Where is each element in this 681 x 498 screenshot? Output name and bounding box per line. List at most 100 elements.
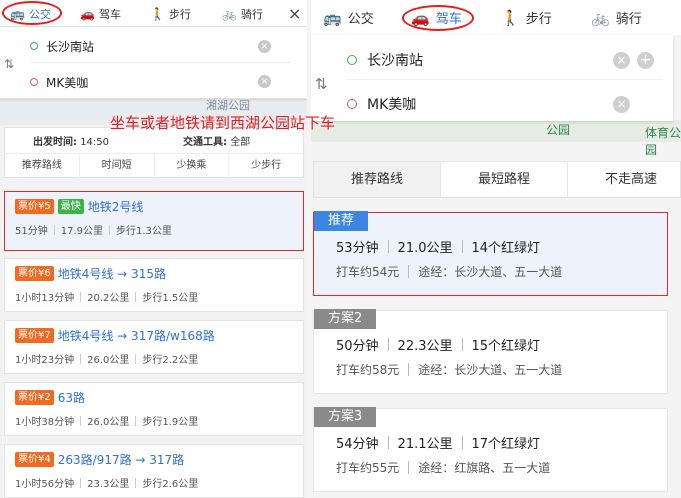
route-card-3[interactable]: 票价¥7 地铁4号线 → 317路/w168路 1小时23分钟 26.0公里 步… xyxy=(4,320,304,374)
add-waypoint-icon[interactable]: + xyxy=(637,52,654,69)
route-header: 票价¥4 263路/917路 → 317路 xyxy=(15,451,184,468)
tab-bike[interactable]: 🚲 骑行 xyxy=(591,8,642,28)
depart-time[interactable]: 出发时间: 14:50 xyxy=(33,133,109,148)
destination-field[interactable]: MK美咖 xyxy=(30,65,280,99)
mode-tabs: 🚌 公交 🚗 驾车 🚶 步行 🚲 骑行 xyxy=(311,0,681,35)
sort-shortest-time[interactable]: 时间短 xyxy=(80,154,155,178)
tab-drive[interactable]: 🚗 驾车 xyxy=(80,4,121,23)
route-info: 1小时56分钟 23.3公里 步行2.6公里 xyxy=(15,475,198,490)
sort-less-walking[interactable]: 少步行 xyxy=(229,154,303,178)
plan-detail: 打车约54元 途经：长沙大道、五一大道 xyxy=(336,263,562,280)
tab-recommended[interactable]: 推荐路线 xyxy=(314,162,441,197)
price-badge: 票价¥6 xyxy=(15,266,54,281)
route-walk: 步行2.2公里 xyxy=(142,355,199,366)
divider xyxy=(30,62,291,63)
tab-transit-label: 公交 xyxy=(347,12,374,27)
clear-origin-icon[interactable]: × xyxy=(258,40,271,53)
route-search-box: ⇅ 长沙南站 × + MK美咖 × xyxy=(311,35,673,121)
route-walk: 步行1.5公里 xyxy=(142,293,199,304)
route-card-4[interactable]: 票价¥2 63路 1小时38分钟 26.0公里 步行1.9公里 xyxy=(4,382,304,436)
plan-via: 途经：红旗路、五一大道 xyxy=(418,461,551,475)
tab-walk-label: 步行 xyxy=(525,12,552,27)
destination-field[interactable]: MK美咖 xyxy=(347,84,416,124)
plan-distance: 21.0公里 xyxy=(397,241,453,256)
plan-card-3[interactable]: 方案3 54分钟 21.1公里 17个红绿灯 打车约55元 途经：红旗路、五一大… xyxy=(313,407,668,492)
tab-shortest-distance[interactable]: 最短路程 xyxy=(441,162,568,197)
price-badge: 票价¥4 xyxy=(15,452,54,467)
sort-options: 推荐路线 时间短 少换乘 少步行 xyxy=(5,153,303,178)
tool-label: 交通工具: xyxy=(183,137,227,148)
tab-avoid-highway[interactable]: 不走高速 xyxy=(568,162,681,197)
depart-label: 出发时间: xyxy=(33,137,77,148)
vehicle-select[interactable]: 交通工具: 全部 xyxy=(183,133,250,148)
tab-walk[interactable]: 🚶 步行 xyxy=(150,4,191,23)
route-name: 263路/917路 → 317路 xyxy=(57,453,185,467)
plan-taxi-fare: 打车约58元 xyxy=(336,363,400,377)
tab-walk-label: 步行 xyxy=(168,7,191,21)
destination-dot-icon xyxy=(30,78,38,86)
sort-fewer-transfers[interactable]: 少换乘 xyxy=(155,154,230,178)
plan-summary: 50分钟 22.3公里 15个红绿灯 xyxy=(336,335,540,354)
clear-origin-icon[interactable]: × xyxy=(613,52,630,69)
driving-panel: 公园 体育公园 🚌 公交 🚗 驾车 🚶 步行 🚲 骑行 ⇅ 长沙南站 × + M… xyxy=(311,0,681,498)
plan-distance: 22.3公里 xyxy=(397,339,453,354)
plan-card-1[interactable]: 推荐 53分钟 21.0公里 14个红绿灯 打车约54元 途经：长沙大道、五一大… xyxy=(313,211,668,296)
fastest-badge: 最快 xyxy=(57,199,84,214)
route-card-2[interactable]: 票价¥6 地铁4号线 → 315路 1小时13分钟 20.2公里 步行1.5公里 xyxy=(4,258,304,312)
route-header: 票价¥7 地铁4号线 → 317路/w168路 xyxy=(15,327,215,344)
tab-bike-label: 骑行 xyxy=(240,7,263,21)
route-preference-tabs: 推荐路线 最短路程 不走高速 xyxy=(313,161,681,198)
plan-tag: 方案3 xyxy=(314,407,377,427)
origin-field[interactable]: 长沙南站 xyxy=(30,29,280,63)
route-distance: 26.0公里 xyxy=(87,417,130,428)
route-walk: 步行1.9公里 xyxy=(142,417,199,428)
depart-value: 14:50 xyxy=(80,137,110,148)
transit-filter: 出发时间: 14:50 交通工具: 全部 推荐路线 时间短 少换乘 少步行 xyxy=(4,127,304,178)
car-icon: 🚗 xyxy=(80,6,95,21)
plan-via: 途经：长沙大道、五一大道 xyxy=(418,363,563,377)
route-info: 1小时23分钟 26.0公里 步行2.2公里 xyxy=(15,351,198,366)
mode-tabs: 🚌 公交 🚗 驾车 🚶 步行 🚲 骑行 xyxy=(0,0,307,27)
divider xyxy=(347,79,663,80)
origin-dot-icon xyxy=(347,55,357,65)
route-walk: 步行1.3公里 xyxy=(116,226,172,237)
sort-recommended[interactable]: 推荐路线 xyxy=(5,154,80,178)
route-card-1[interactable]: 票价¥5 最快 地铁2号线 51分钟 17.9公里 步行1.3公里 xyxy=(4,191,304,251)
plan-traffic-lights: 15个红绿灯 xyxy=(471,339,541,354)
price-badge: 票价¥2 xyxy=(15,390,54,405)
route-time: 1小时23分钟 xyxy=(15,355,75,366)
destination-value: MK美咖 xyxy=(46,75,89,90)
route-distance: 23.3公里 xyxy=(87,479,130,490)
route-header: 票价¥6 地铁4号线 → 315路 xyxy=(15,265,166,282)
tab-transit[interactable]: 🚌 公交 xyxy=(323,8,374,28)
map-label: 体育公园 xyxy=(645,126,681,157)
annotation-caption: 坐车或者地铁请到西湖公园站下车 xyxy=(110,114,336,132)
plan-time: 50分钟 xyxy=(336,339,379,354)
bike-icon: 🚲 xyxy=(222,6,237,21)
walk-icon: 🚶 xyxy=(150,6,165,21)
route-time: 1小时13分钟 xyxy=(15,293,75,304)
plan-summary: 53分钟 21.0公里 14个红绿灯 xyxy=(336,237,540,256)
plan-time: 54分钟 xyxy=(336,437,379,452)
clear-destination-icon[interactable]: × xyxy=(613,96,630,113)
origin-value: 长沙南站 xyxy=(46,39,95,54)
route-walk: 步行2.6公里 xyxy=(142,479,199,490)
swap-icon[interactable]: ⇅ xyxy=(4,57,14,71)
route-info: 1小时13分钟 20.2公里 步行1.5公里 xyxy=(15,289,198,304)
route-time: 1小时56分钟 xyxy=(15,479,75,490)
price-badge: 票价¥5 xyxy=(15,199,54,214)
route-header: 票价¥5 最快 地铁2号线 xyxy=(15,198,143,215)
tab-walk[interactable]: 🚶 步行 xyxy=(501,8,552,28)
swap-icon[interactable]: ⇅ xyxy=(315,75,328,93)
tab-bike[interactable]: 🚲 骑行 xyxy=(222,4,263,23)
route-card-5[interactable]: 票价¥4 263路/917路 → 317路 1小时56分钟 23.3公里 步行2… xyxy=(4,444,304,498)
map-label: 公园 xyxy=(546,123,571,137)
close-icon[interactable]: × xyxy=(288,4,301,23)
plan-distance: 21.1公里 xyxy=(397,437,453,452)
clear-destination-icon[interactable]: × xyxy=(258,75,271,88)
price-badge: 票价¥7 xyxy=(15,328,54,343)
plan-tag: 推荐 xyxy=(314,211,369,231)
route-time: 51分钟 xyxy=(15,226,48,237)
plan-card-2[interactable]: 方案2 50分钟 22.3公里 15个红绿灯 打车约58元 途经：长沙大道、五一… xyxy=(313,309,668,394)
origin-field[interactable]: 长沙南站 xyxy=(347,40,423,80)
